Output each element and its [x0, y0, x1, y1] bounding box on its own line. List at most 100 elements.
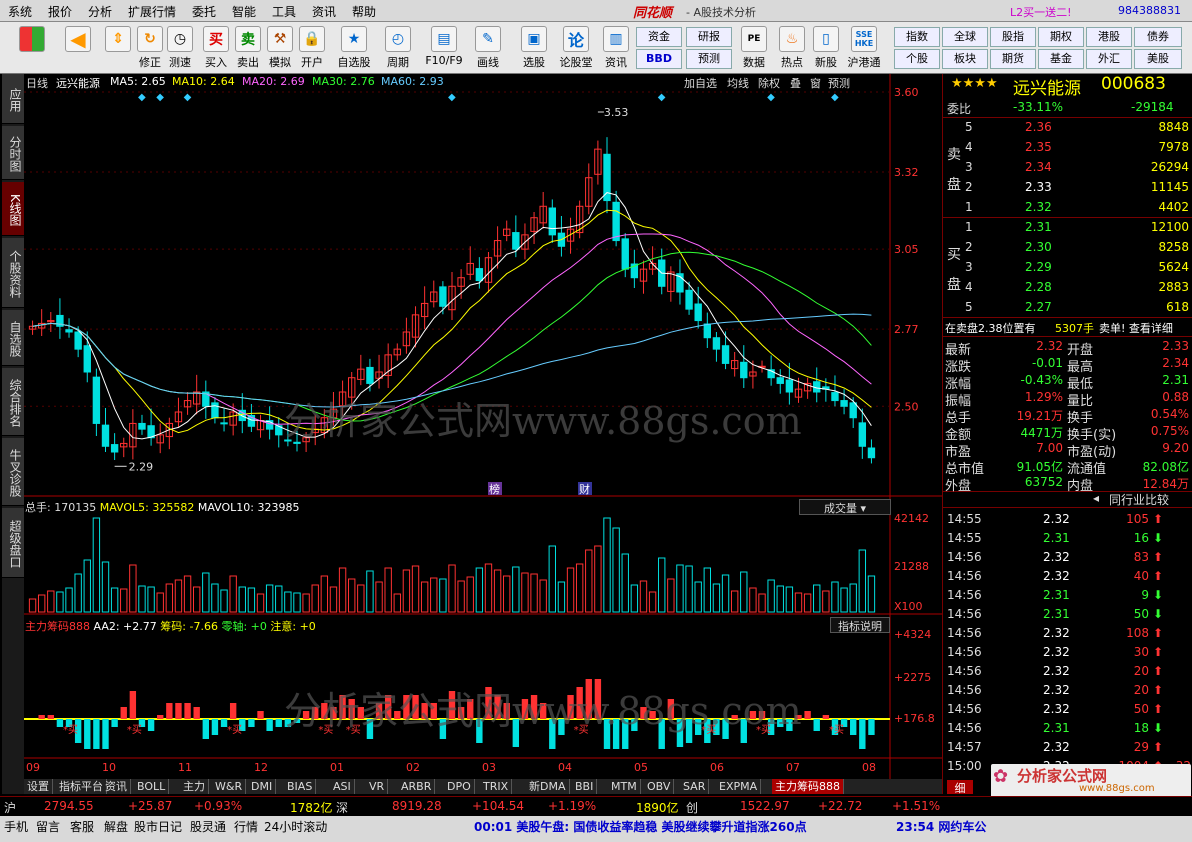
- status-quote[interactable]: 行情: [234, 818, 258, 835]
- ask-price[interactable]: 2.36: [1025, 120, 1052, 134]
- simulate-button[interactable]: ⚒ 模拟: [262, 24, 298, 72]
- peer-compare-row[interactable]: ◂ 同行业比较: [943, 490, 1192, 508]
- bid-price[interactable]: 2.27: [1025, 300, 1052, 314]
- indicator-tab[interactable]: 新DMA: [526, 779, 570, 794]
- bid-price[interactable]: 2.30: [1025, 240, 1052, 254]
- menu-smart[interactable]: 智能: [232, 3, 256, 20]
- indicator-tab[interactable]: 设置: [24, 779, 53, 794]
- overlay-button[interactable]: 叠: [790, 75, 801, 91]
- tab-apps[interactable]: 应用: [2, 74, 24, 124]
- watchlist-button[interactable]: ★ 自选股: [336, 24, 372, 72]
- indicator-tab[interactable]: W&R: [212, 779, 247, 794]
- indicator-tab[interactable]: BBI: [572, 779, 598, 794]
- promo-link[interactable]: L2买一送二!: [1010, 4, 1072, 20]
- indicator-tab[interactable]: OBV: [644, 779, 675, 794]
- layout-button[interactable]: [14, 24, 50, 72]
- menu-tools[interactable]: 工具: [272, 3, 296, 20]
- news-ticker-1[interactable]: 00:01 美股午盘: 国债收益率趋稳 美股继续攀升道指涨260点: [474, 818, 807, 835]
- tab-diagnosis[interactable]: 牛叉诊股: [2, 438, 24, 506]
- ex-rights-button[interactable]: 除权: [758, 75, 780, 91]
- status-message[interactable]: 留言: [36, 818, 60, 835]
- nav-us[interactable]: 美股: [1134, 49, 1182, 69]
- kline-chart-area[interactable]: 3.60 3.32 3.05 2.77 2.50 3.53 2.29 榜 财 ◆ ◆ ◆ ◆ ◆ ◆ ◆ 分析家…: [24, 74, 942, 794]
- status-diary[interactable]: 股市日记: [134, 818, 182, 835]
- nav-stock[interactable]: 个股: [894, 49, 940, 69]
- nav-index-futures[interactable]: 股指: [990, 27, 1036, 47]
- indicator-tab[interactable]: DPO: [444, 779, 475, 794]
- back-button[interactable]: ◀: [60, 24, 96, 72]
- nav-sector[interactable]: 板块: [942, 49, 988, 69]
- nav-bond[interactable]: 债券: [1134, 27, 1182, 47]
- tab-profile[interactable]: 个股资料: [2, 238, 24, 308]
- nav-hk[interactable]: 港股: [1086, 27, 1132, 47]
- indicator-tab[interactable]: BOLL: [134, 779, 170, 794]
- indicator-tab[interactable]: EXPMA: [716, 779, 762, 794]
- tab-kline[interactable]: K线图: [2, 182, 24, 236]
- tab-ranking[interactable]: 综合排名: [2, 368, 24, 436]
- indicator-tab[interactable]: BIAS: [284, 779, 317, 794]
- new-stock-button[interactable]: ▯ 新股: [808, 24, 844, 72]
- ask-price[interactable]: 2.32: [1025, 200, 1052, 214]
- indicator-tab[interactable]: TRIX: [480, 779, 513, 794]
- window-button[interactable]: 窗: [810, 75, 821, 91]
- notice-detail-link[interactable]: 卖单! 查看详细: [1099, 320, 1173, 336]
- chart-canvas[interactable]: 3.60 3.32 3.05 2.77 2.50 3.53 2.29 榜 财 ◆ ◆ ◆ ◆ ◆ ◆ ◆ 分析家…: [24, 74, 942, 779]
- fund-button[interactable]: 资金: [636, 27, 682, 47]
- f10-button[interactable]: ▤ F10/F9: [424, 24, 464, 72]
- tab-intraday[interactable]: 分时图: [2, 126, 24, 180]
- menu-news[interactable]: 资讯: [312, 3, 336, 20]
- status-analysis[interactable]: 解盘: [104, 818, 128, 835]
- peer-compare-label[interactable]: 同行业比较: [1109, 491, 1169, 508]
- menu-system[interactable]: 系统: [8, 3, 32, 20]
- nav-futures[interactable]: 期货: [990, 49, 1036, 69]
- indicator-tab[interactable]: 主力筹码888: [772, 779, 844, 794]
- bid-price[interactable]: 2.31: [1025, 220, 1052, 234]
- hk-connect-button[interactable]: SSE HKE 沪港通: [844, 24, 884, 72]
- cy-value[interactable]: 1522.97: [740, 799, 790, 813]
- menu-analysis[interactable]: 分析: [88, 3, 112, 20]
- menu-trade[interactable]: 委托: [192, 3, 216, 20]
- menu-quote[interactable]: 报价: [48, 3, 72, 20]
- draw-line-button[interactable]: ✎ 画线: [470, 24, 506, 72]
- status-stockapp[interactable]: 股灵通: [190, 818, 226, 835]
- menu-ext-quote[interactable]: 扩展行情: [128, 3, 176, 20]
- status-service[interactable]: 客服: [70, 818, 94, 835]
- stock-picker-button[interactable]: ▣ 选股: [516, 24, 552, 72]
- ma-button[interactable]: 均线: [727, 75, 749, 91]
- ask-price[interactable]: 2.34: [1025, 160, 1052, 174]
- speedtest-button[interactable]: ◷ 测速: [162, 24, 198, 72]
- status-mobile[interactable]: 手机: [4, 818, 28, 835]
- buy-button[interactable]: 买买入: [198, 24, 234, 72]
- tab-watchlist[interactable]: 自选股: [2, 310, 24, 366]
- status-rolling[interactable]: 24小时滚动: [264, 818, 327, 835]
- bbd-button[interactable]: BBD: [636, 49, 682, 69]
- sz-value[interactable]: 8919.28: [392, 799, 442, 813]
- forecast-toggle[interactable]: 预测: [828, 75, 850, 91]
- nav-options[interactable]: 期权: [1038, 27, 1084, 47]
- volume-selector[interactable]: 成交量 ▾: [799, 499, 891, 515]
- ask-price[interactable]: 2.35: [1025, 140, 1052, 154]
- news-ticker-2[interactable]: 23:54 网约车公: [896, 818, 986, 835]
- bid-price[interactable]: 2.28: [1025, 280, 1052, 294]
- sh-value[interactable]: 2794.55: [44, 799, 94, 813]
- updown-button[interactable]: ⇕: [100, 24, 136, 72]
- ask-price[interactable]: 2.33: [1025, 180, 1052, 194]
- nav-forex[interactable]: 外汇: [1086, 49, 1132, 69]
- indicator-tab[interactable]: 主力: [180, 779, 209, 794]
- hotspot-button[interactable]: ♨ 热点: [774, 24, 810, 72]
- news-button[interactable]: ▥ 资讯: [598, 24, 634, 72]
- menu-help[interactable]: 帮助: [352, 3, 376, 20]
- indicator-tab[interactable]: ARBR: [398, 779, 436, 794]
- indicator-tab[interactable]: ASI: [330, 779, 355, 794]
- indicator-tab[interactable]: 指标平台: [56, 779, 107, 794]
- indicator-tab[interactable]: VR: [366, 779, 389, 794]
- period-button[interactable]: ◴ 周期: [380, 24, 416, 72]
- indicator-help-button[interactable]: 指标说明: [830, 617, 890, 633]
- indicator-tab[interactable]: MTM: [608, 779, 641, 794]
- forecast-button[interactable]: 预测: [686, 49, 732, 69]
- nav-index[interactable]: 指数: [894, 27, 940, 47]
- tab-detail[interactable]: 细: [947, 780, 973, 795]
- sell-button[interactable]: 卖卖出: [230, 24, 266, 72]
- forum-button[interactable]: 论论股堂: [558, 24, 594, 72]
- nav-global[interactable]: 全球: [942, 27, 988, 47]
